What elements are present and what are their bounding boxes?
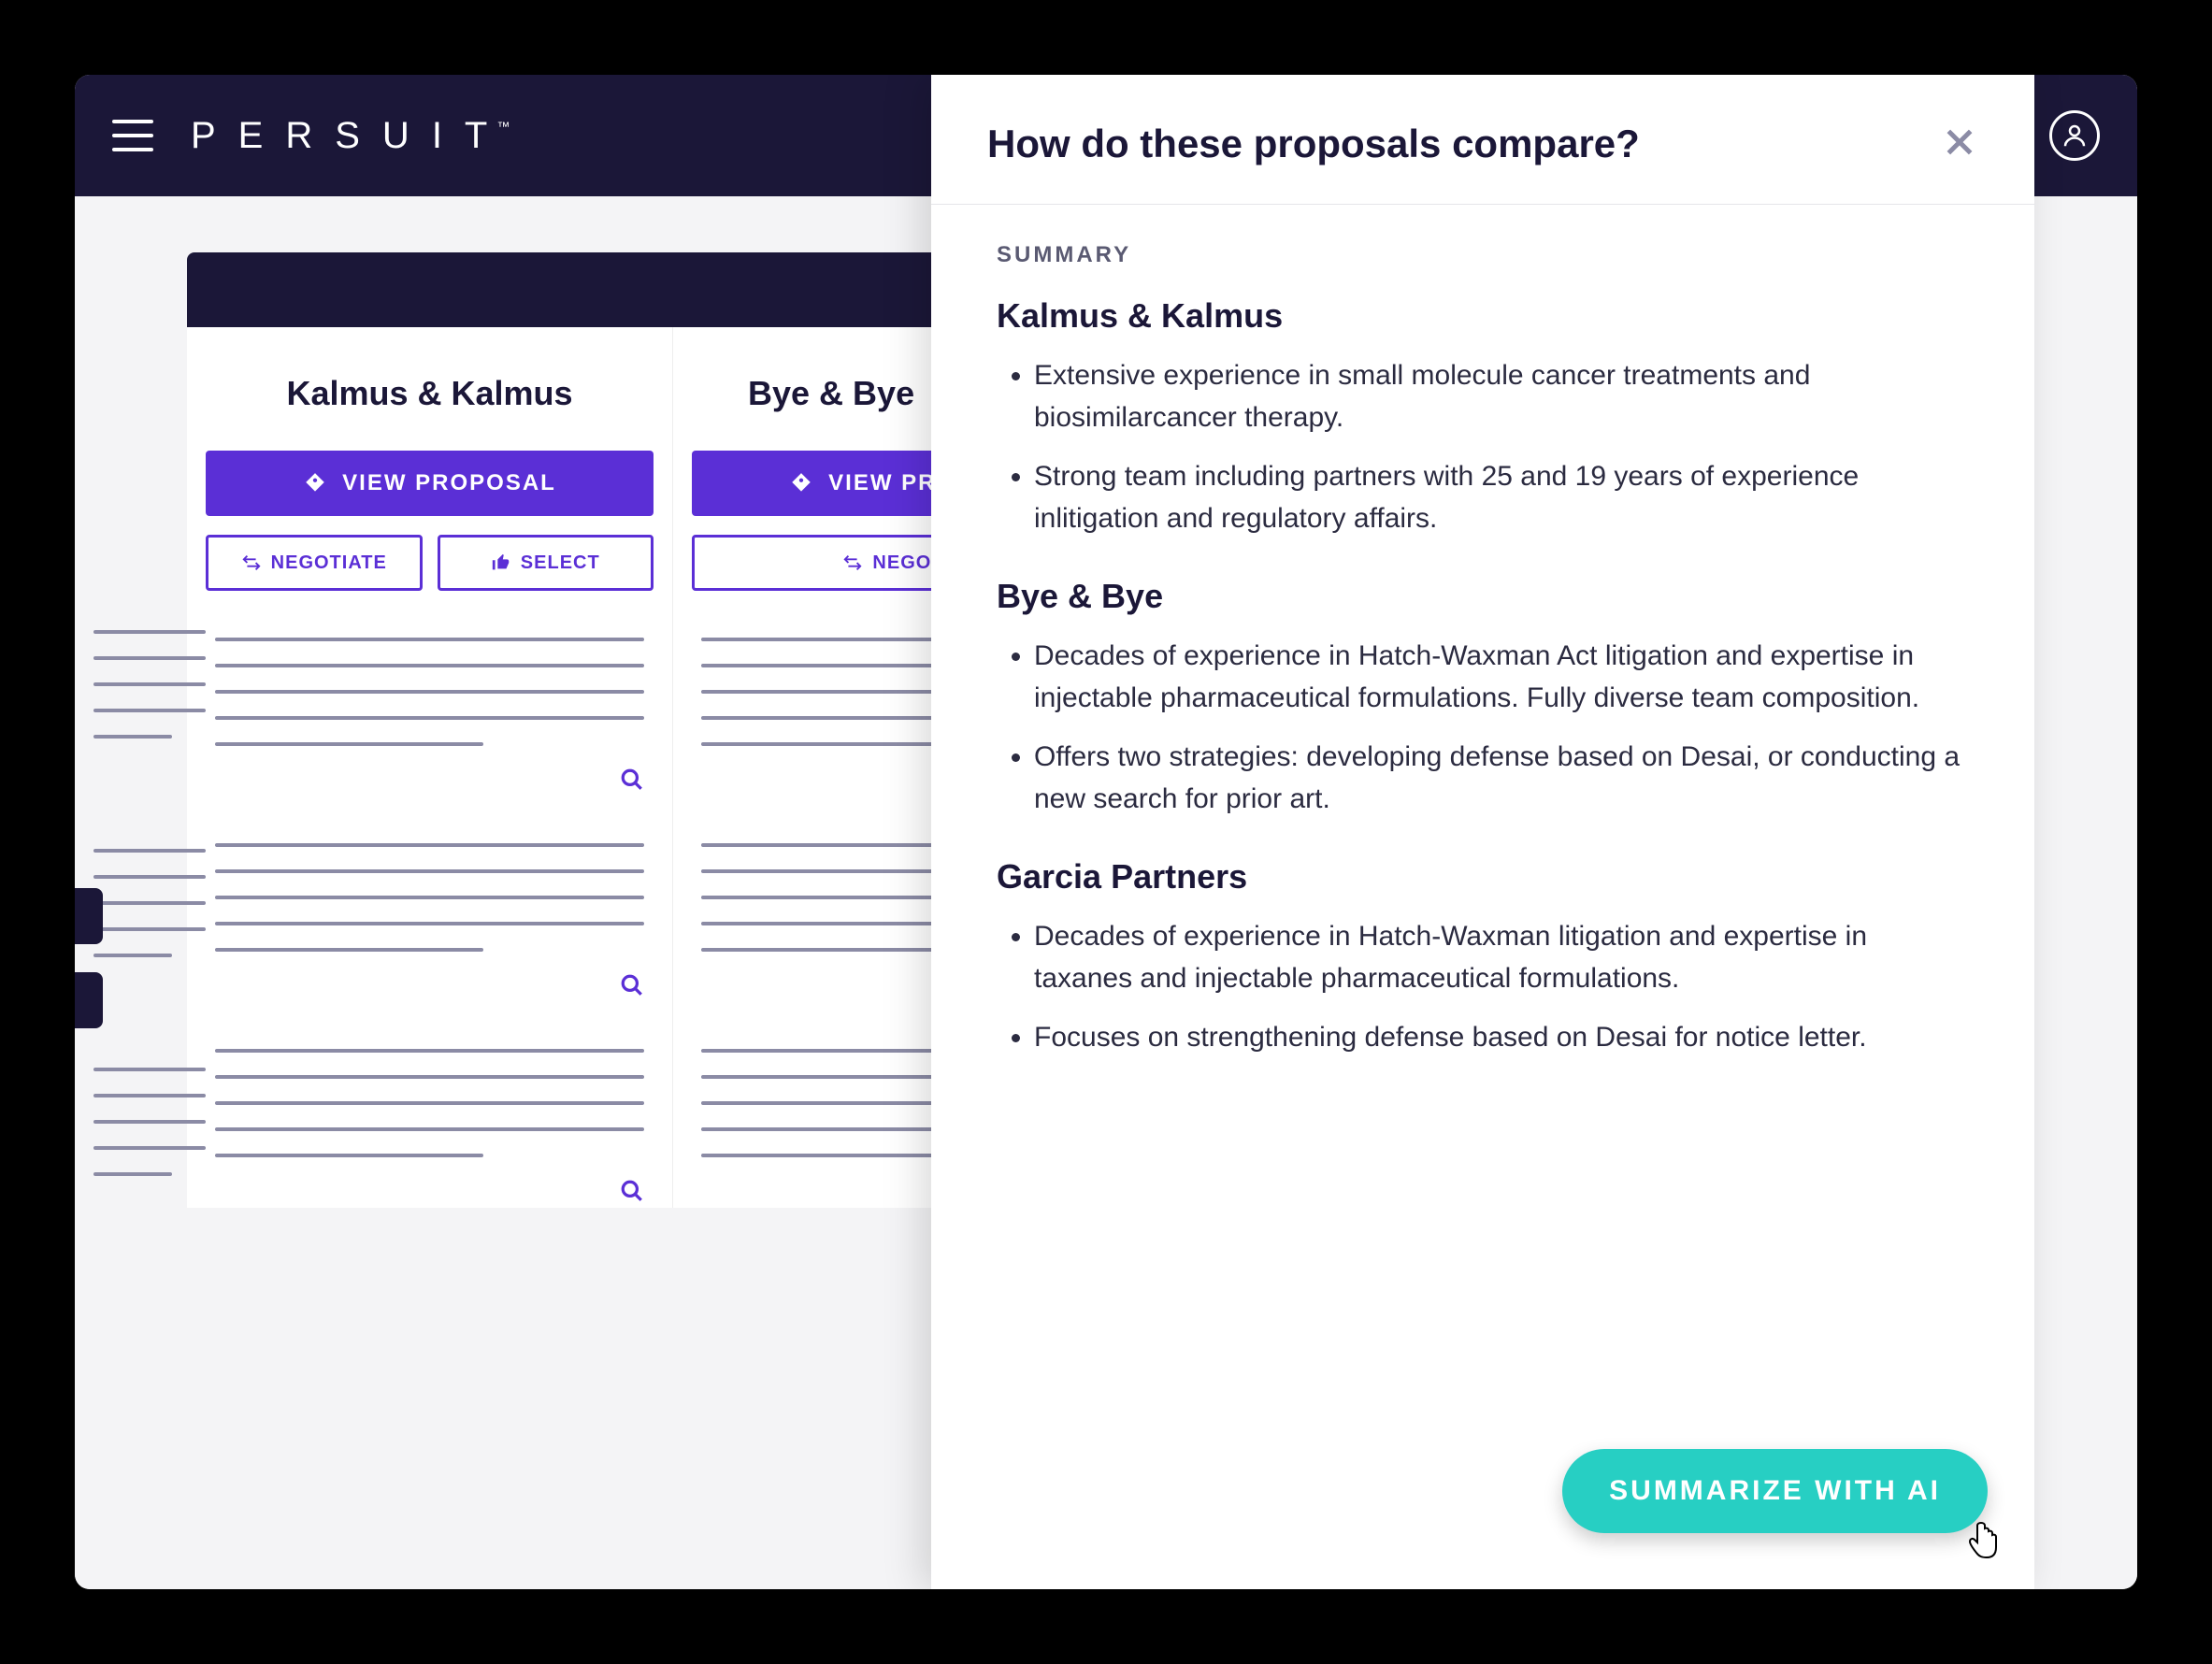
view-proposal-label: VIEW PROPOSAL: [342, 470, 556, 496]
app-window: PERSUIT ™: [75, 75, 2137, 1589]
placeholder-text-block: [206, 638, 654, 796]
placeholder-text-block: [206, 843, 654, 1002]
negotiate-label: NEGOTIATE: [271, 552, 387, 574]
user-avatar-icon[interactable]: [2049, 110, 2100, 161]
summarize-label: SUMMARIZE WITH AI: [1609, 1475, 1941, 1506]
summary-bullet: Strong team including partners with 25 a…: [1034, 455, 1969, 539]
firm-section-kalmus: Kalmus & Kalmus Extensive experience in …: [997, 296, 1969, 539]
tag-icon: [789, 471, 813, 495]
search-icon[interactable]: [620, 973, 644, 1002]
firm-name: Bye & Bye: [997, 577, 1969, 616]
close-icon[interactable]: [1941, 123, 1978, 165]
panel-header: How do these proposals compare?: [931, 75, 2034, 205]
view-proposal-button[interactable]: VIEW PROPOSAL: [206, 451, 654, 516]
panel-title: How do these proposals compare?: [987, 122, 1640, 166]
header-left: PERSUIT ™: [112, 115, 511, 157]
proposal-column-kalmus: Kalmus & Kalmus VIEW PROPOSAL NEGOTIATE …: [187, 327, 673, 1208]
firm-section-bye: Bye & Bye Decades of experience in Hatch…: [997, 577, 1969, 820]
summary-label: SUMMARY: [997, 242, 1969, 268]
brand-text: PERSUIT: [191, 115, 510, 157]
column-title: Kalmus & Kalmus: [206, 374, 654, 413]
summary-bullet: Extensive experience in small molecule c…: [1034, 354, 1969, 438]
brand-trademark: ™: [496, 119, 511, 134]
tag-icon: [303, 471, 327, 495]
firm-section-garcia: Garcia Partners Decades of experience in…: [997, 857, 1969, 1058]
swap-icon: [241, 552, 262, 573]
summarize-with-ai-button[interactable]: SUMMARIZE WITH AI: [1562, 1449, 1988, 1533]
summary-bullet: Decades of experience in Hatch-Waxman li…: [1034, 915, 1969, 999]
comparison-panel: How do these proposals compare? SUMMARY …: [931, 75, 2034, 1589]
summary-bullet: Focuses on strengthening defense based o…: [1034, 1016, 1969, 1058]
summary-bullet: Decades of experience in Hatch-Waxman Ac…: [1034, 635, 1969, 719]
search-icon[interactable]: [620, 1179, 644, 1208]
menu-icon[interactable]: [112, 120, 153, 151]
thumbs-up-icon: [491, 552, 511, 573]
gutter-tab[interactable]: [75, 972, 103, 1028]
gutter-tab[interactable]: [75, 888, 103, 944]
firm-name: Garcia Partners: [997, 857, 1969, 897]
brand-logo: PERSUIT ™: [191, 115, 511, 157]
select-button[interactable]: SELECT: [438, 535, 654, 591]
search-icon[interactable]: [620, 767, 644, 796]
placeholder-text-block: [206, 1049, 654, 1208]
select-label: SELECT: [521, 552, 600, 574]
summary-bullet: Offers two strategies: developing defens…: [1034, 736, 1969, 820]
panel-body: SUMMARY Kalmus & Kalmus Extensive experi…: [931, 205, 2034, 1152]
swap-icon: [842, 552, 863, 573]
gutter-tabs: [75, 888, 103, 1028]
negotiate-button[interactable]: NEGOTIATE: [206, 535, 423, 591]
firm-name: Kalmus & Kalmus: [997, 296, 1969, 336]
